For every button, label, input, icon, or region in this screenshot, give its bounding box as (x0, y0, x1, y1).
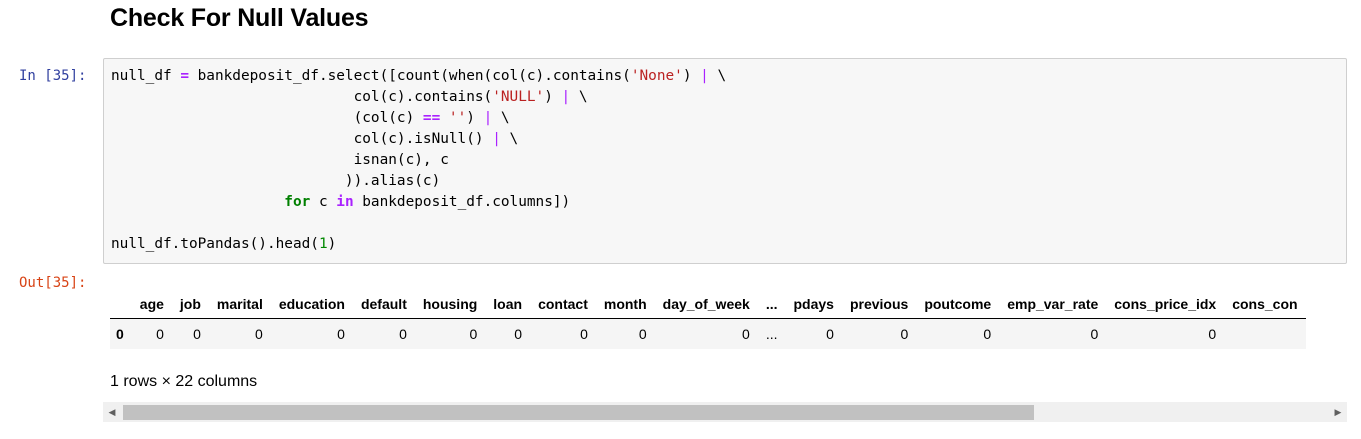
code-cell[interactable]: null_df = bankdeposit_df.select([count(w… (103, 58, 1347, 264)
table-header-cell: cons_con (1224, 290, 1306, 319)
code-string: 'None' (630, 68, 683, 84)
input-prompt: In [35]: (19, 68, 87, 84)
dataframe-output: age job marital education default housin… (110, 290, 1347, 349)
table-header-cell: housing (414, 290, 486, 319)
table-row: 0 0 0 0 0 0 0 0 0 0 0 ... 0 0 0 0 0 (110, 318, 1306, 350)
table-header-cell: emp_var_rate (999, 290, 1107, 319)
table-header-cell: ... (757, 290, 786, 319)
code-text: ) (682, 68, 701, 84)
table-cell (1224, 319, 1305, 350)
table-header-cell: month (595, 290, 655, 319)
table-cell: 0 (156, 326, 164, 342)
code-operator: | (483, 110, 493, 126)
dataframe-shape-info: 1 rows × 22 columns (110, 373, 258, 390)
table-cell: ... (765, 326, 778, 342)
code-number: 1 (318, 236, 328, 252)
horizontal-scrollbar[interactable]: ◀ ▶ (103, 402, 1347, 422)
code-text: col(c).isNull() (111, 131, 493, 147)
table-cell: 0 (900, 326, 909, 342)
code-text: null_df.toPandas().head( (111, 236, 319, 252)
table-cell: 0 (337, 326, 345, 342)
table-header-cell: loan (485, 290, 531, 319)
table-header-cell: age (131, 290, 172, 319)
table-cell: 0 (514, 326, 523, 342)
table-header-cell: previous (841, 290, 917, 319)
code-string: 'NULL' (492, 89, 545, 105)
table-cell: 0 (255, 326, 263, 342)
code-text: col(c).contains( (111, 89, 493, 105)
table-header-cell (110, 290, 132, 319)
code-text: ) (544, 89, 562, 105)
code-text: )).alias(c) (111, 173, 441, 189)
scroll-left-arrow-icon[interactable]: ◀ (103, 402, 121, 422)
table-header-cell: job (171, 290, 209, 319)
code-operator: == (422, 110, 441, 126)
table-cell: 0 (742, 326, 750, 342)
table-cell: 0 (826, 326, 834, 342)
table-cell: 0 (1208, 326, 1217, 342)
code-text: c (310, 194, 337, 210)
code-text: bankdeposit_df.columns]) (353, 194, 571, 210)
code-text: bankdeposit_df.select([count(when(col(c)… (188, 68, 631, 84)
table-header-cell: default (352, 290, 415, 319)
table-cell: 0 (580, 326, 588, 342)
table-index-cell: 0 (116, 326, 124, 342)
table-cell: 0 (469, 326, 478, 342)
table-cell: 0 (983, 326, 992, 342)
code-editor[interactable]: null_df = bankdeposit_df.select([count(w… (104, 59, 1346, 255)
code-text: isnan(c), c (111, 152, 449, 168)
scroll-right-arrow-icon[interactable]: ▶ (1329, 402, 1347, 422)
code-text: \ (492, 110, 510, 126)
table-cell: 0 (1090, 326, 1099, 342)
section-heading: Check For Null Values (110, 4, 369, 32)
code-operator: = (180, 68, 189, 84)
table-header-cell: day_of_week (654, 290, 758, 319)
table-cell: 0 (399, 326, 407, 342)
code-operator: | (700, 68, 709, 84)
dataframe-table: age job marital education default housin… (110, 290, 1306, 349)
code-string: '' (448, 110, 467, 126)
code-keyword: in (336, 194, 354, 210)
table-header-row: age job marital education default housin… (110, 290, 1306, 319)
code-text: \ (708, 68, 727, 84)
code-text: ) (466, 110, 484, 126)
table-header-cell: poutcome (916, 290, 1000, 319)
table-cell: 0 (638, 326, 647, 342)
table-header-cell: pdays (785, 290, 842, 319)
output-prompt: Out[35]: (19, 275, 87, 291)
code-text: \ (500, 131, 519, 147)
code-operator: | (492, 131, 501, 147)
table-header-cell: cons_price_idx (1106, 290, 1225, 319)
table-header-cell: education (270, 290, 353, 319)
code-text: (col(c) (111, 110, 423, 126)
scrollbar-thumb[interactable] (123, 405, 1034, 420)
code-text: \ (570, 89, 588, 105)
code-text: null_df (111, 68, 181, 84)
table-cell: 0 (193, 326, 201, 342)
code-operator: | (561, 89, 571, 105)
code-keyword: for (284, 194, 311, 210)
table-header-cell: marital (208, 290, 271, 319)
table-header-cell: contact (530, 290, 596, 319)
code-text: ) (327, 236, 337, 252)
